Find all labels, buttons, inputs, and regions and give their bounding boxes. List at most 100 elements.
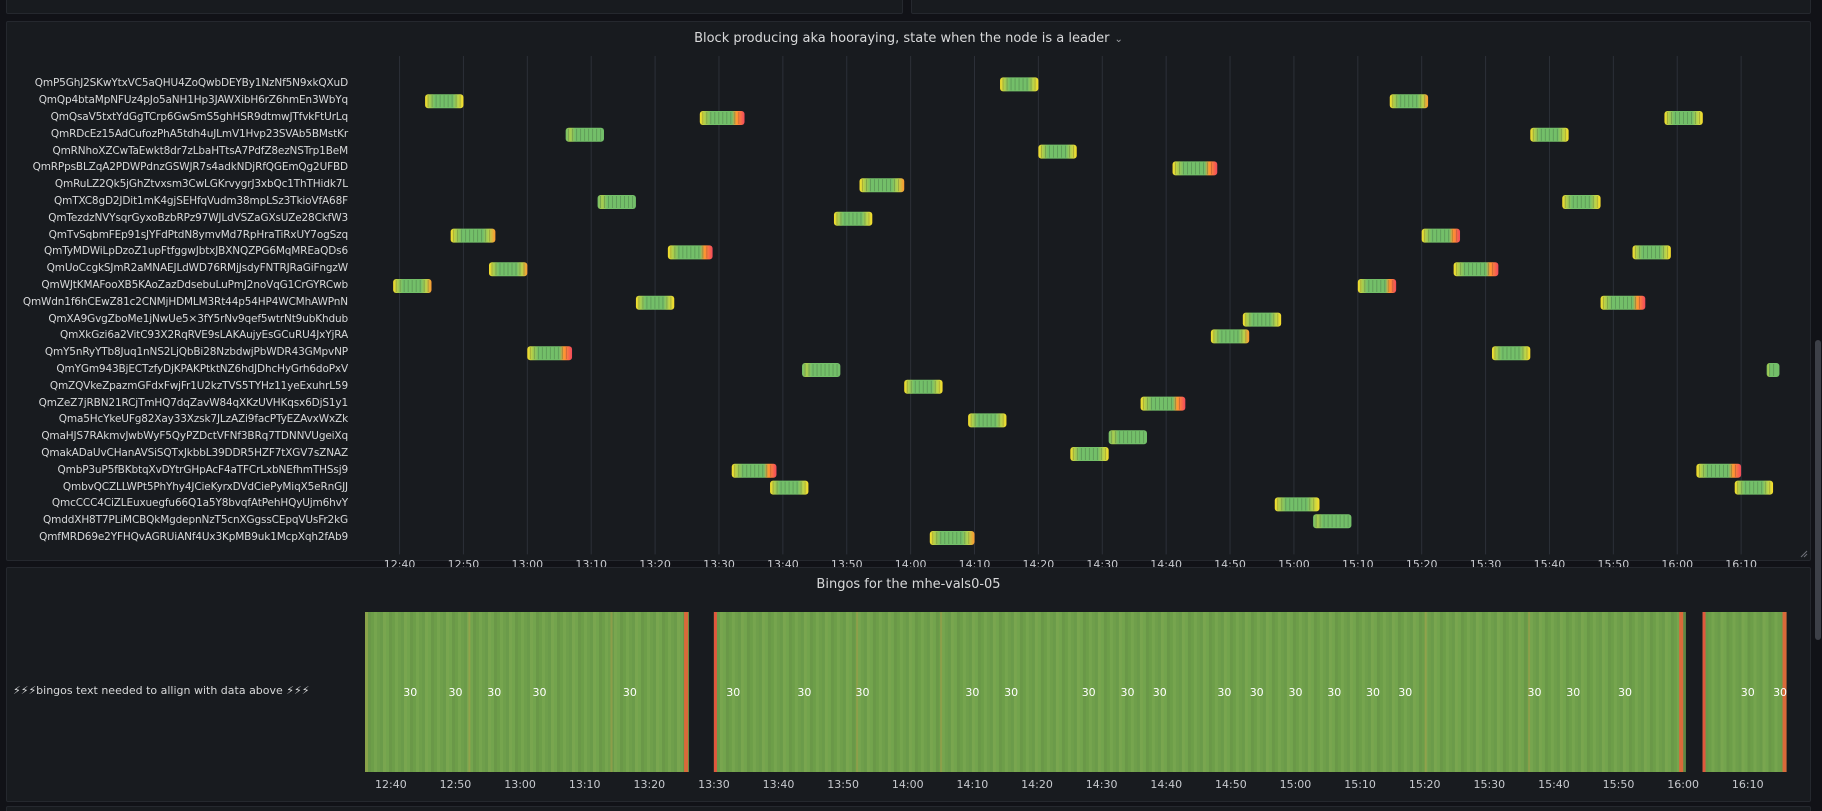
- bingo-cell: [581, 612, 584, 772]
- bingo-cell: [1037, 612, 1041, 772]
- bingo-cell: [1391, 612, 1395, 772]
- bingo-cell: [518, 612, 521, 772]
- bingo-cell: [905, 612, 909, 772]
- bingo-cell: [1043, 612, 1047, 772]
- bingo-value-label: 30: [1153, 686, 1167, 699]
- bingo-edge-end: [1679, 612, 1684, 772]
- bingo-cell: [641, 612, 644, 772]
- bingo-cell: [1109, 612, 1113, 772]
- bingo-cell: [1034, 612, 1038, 772]
- bingo-cell: [1190, 612, 1194, 772]
- bingo-cell: [506, 612, 509, 772]
- bingo-edge-start: [713, 612, 717, 772]
- bingo-cell: [1759, 612, 1763, 772]
- bingo-cell: [1631, 612, 1635, 772]
- bingo-cell: [1412, 612, 1416, 772]
- bingo-cell: [1454, 612, 1458, 772]
- bingo-cell: [1346, 612, 1350, 772]
- bingo-cell: [896, 612, 900, 772]
- bingo-cell: [995, 612, 999, 772]
- bingo-cell: [1661, 612, 1665, 772]
- bingo-cell: [1655, 612, 1659, 772]
- bingo-cell: [1652, 612, 1656, 772]
- bingo-cell: [548, 612, 551, 772]
- bingo-cell: [1181, 612, 1185, 772]
- bingo-cell: [1762, 612, 1766, 772]
- bingo-cell: [1496, 612, 1500, 772]
- bingo-value-label: 30: [1741, 686, 1755, 699]
- bingo-cell: [371, 612, 374, 772]
- bingo-cell: [1613, 612, 1617, 772]
- bingo-cell: [1472, 612, 1476, 772]
- bingo-cell: [1634, 612, 1638, 772]
- bingo-cell: [1307, 612, 1311, 772]
- bingo-cell: [959, 612, 963, 772]
- bingo-cell: [638, 612, 641, 772]
- bingo-cell: [1670, 612, 1674, 772]
- bingo-cell: [1076, 612, 1080, 772]
- bingo-cell: [752, 612, 756, 772]
- bingo-cell: [1268, 612, 1272, 772]
- bingo-cell: [1310, 612, 1314, 772]
- bingo-cell: [1058, 612, 1062, 772]
- bingo-cell: [1541, 612, 1545, 772]
- bingo-cell: [1682, 612, 1686, 772]
- bingo-cell: [998, 612, 1002, 772]
- bingo-cell: [1319, 612, 1323, 772]
- bingo-cell: [659, 612, 662, 772]
- bingo-cell: [1046, 612, 1050, 772]
- bingo-cell: [605, 612, 608, 772]
- bingo-cell: [1466, 612, 1470, 772]
- leader-timeline-panel: Block producing aka hooraying, state whe…: [6, 21, 1811, 571]
- bingo-cell: [830, 612, 834, 772]
- bingo-cell: [1765, 612, 1769, 772]
- resize-handle-icon[interactable]: [1800, 550, 1808, 558]
- bingo-cell: [1178, 612, 1182, 772]
- bingo-cell: [1352, 612, 1356, 772]
- bingo-cell: [395, 612, 398, 772]
- bingo-cell: [1238, 612, 1242, 772]
- bingo-cell: [1649, 612, 1653, 772]
- bingo-cell: [434, 612, 437, 772]
- bingo-cell: [1544, 612, 1548, 772]
- bingo-cell: [614, 612, 617, 772]
- bingo-cell: [1103, 612, 1107, 772]
- scrollbar-track[interactable]: [1814, 0, 1822, 811]
- bingo-cell: [1139, 612, 1143, 772]
- bingo-cell: [1667, 612, 1671, 772]
- bingo-cell: [584, 612, 587, 772]
- scrollbar-thumb[interactable]: [1815, 340, 1821, 640]
- bingo-cell: [1142, 612, 1146, 772]
- bingo-cell: [917, 612, 921, 772]
- bingo-cell: [1244, 612, 1248, 772]
- bingo-cell: [914, 612, 918, 772]
- bingo-value-label: 30: [1288, 686, 1302, 699]
- bingo-cell: [674, 612, 677, 772]
- bingo-cell: [1064, 612, 1068, 772]
- bingo-cell: [881, 612, 885, 772]
- bingo-cell: [1607, 612, 1611, 772]
- bingo-cell: [761, 612, 765, 772]
- bingo-cell: [1720, 612, 1724, 772]
- bingo-cell: [596, 612, 599, 772]
- bingo-cell: [1166, 612, 1170, 772]
- bingo-edge-start: [1702, 612, 1706, 772]
- bingo-cell: [1580, 612, 1584, 772]
- bingo-cell: [515, 612, 518, 772]
- bingo-cell: [1382, 612, 1386, 772]
- bingo-cell: [1343, 612, 1347, 772]
- bingo-cell: [1031, 612, 1035, 772]
- bingo-cell: [758, 612, 762, 772]
- bingo-cell: [1756, 612, 1760, 772]
- bingo-cell: [677, 612, 680, 772]
- bingo-cell: [1601, 612, 1605, 772]
- bingo-cell: [1469, 612, 1473, 772]
- bingo-cell: [1316, 612, 1320, 772]
- bingo-cell: [1514, 612, 1518, 772]
- bingo-cell: [1708, 612, 1712, 772]
- bingo-cell: [1484, 612, 1488, 772]
- bingo-cell: [872, 612, 876, 772]
- bingo-cell: [1586, 612, 1590, 772]
- bingo-cell: [1070, 612, 1074, 772]
- top-panel-right: [911, 0, 1811, 14]
